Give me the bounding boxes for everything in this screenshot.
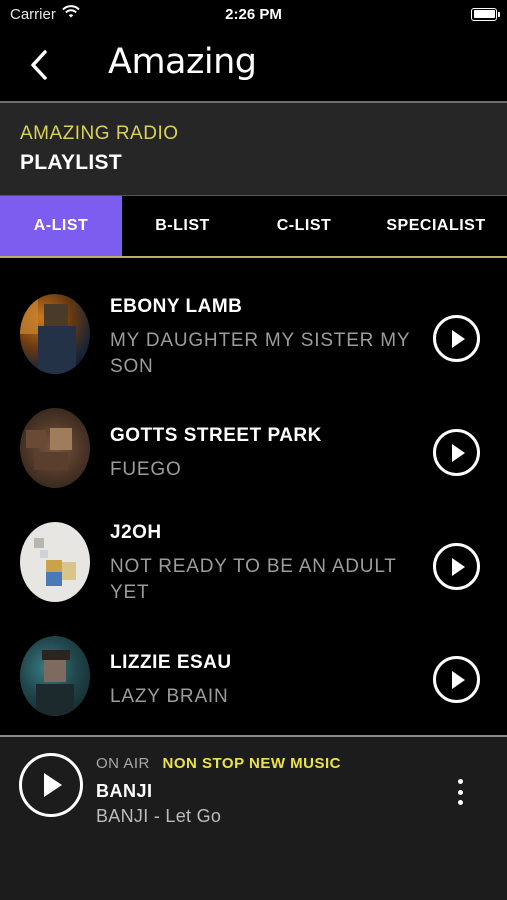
play-button[interactable] bbox=[433, 429, 480, 476]
more-options-button[interactable] bbox=[448, 777, 472, 807]
list-item[interactable]: LIZZIE ESAU LAZY BRAIN bbox=[0, 626, 507, 736]
artist-image bbox=[20, 522, 90, 602]
track-title: NOT READY TO BE AN ADULT YET bbox=[110, 556, 397, 603]
section-subtitle: AMAZING RADIO bbox=[20, 123, 179, 144]
app-logo: Amazing bbox=[108, 42, 257, 82]
tab-b-list[interactable]: B-LIST bbox=[122, 196, 243, 256]
track-info: GOTTS STREET PARK FUEGO bbox=[110, 425, 420, 483]
tab-specialist[interactable]: SPECIALIST bbox=[365, 196, 507, 256]
track-artist: EBONY LAMB bbox=[110, 296, 243, 317]
now-playing-bar: ON AIR NON STOP NEW MUSIC BANJI BANJI - … bbox=[0, 737, 507, 900]
play-button[interactable] bbox=[433, 315, 480, 362]
back-button[interactable] bbox=[22, 46, 56, 84]
play-icon bbox=[451, 557, 465, 576]
carrier-label: Carrier bbox=[10, 5, 56, 23]
track-title: FUEGO bbox=[110, 459, 182, 480]
on-air-label: ON AIR bbox=[96, 755, 150, 772]
play-icon bbox=[451, 670, 465, 689]
section-header: AMAZING RADIO PLAYLIST bbox=[0, 103, 507, 195]
play-icon bbox=[44, 773, 62, 797]
artist-image bbox=[20, 294, 90, 374]
play-button[interactable] bbox=[433, 656, 480, 703]
track-info: EBONY LAMB MY DAUGHTER MY SISTER MY SON bbox=[110, 296, 420, 380]
on-air-row: ON AIR NON STOP NEW MUSIC bbox=[96, 755, 341, 772]
tab-c-list[interactable]: C-LIST bbox=[243, 196, 365, 256]
artist-image bbox=[20, 408, 90, 488]
track-info: J2OH NOT READY TO BE AN ADULT YET bbox=[110, 522, 420, 606]
now-playing-play-button[interactable] bbox=[19, 753, 83, 817]
status-bar: Carrier 2:26 PM bbox=[0, 0, 507, 28]
more-vertical-icon bbox=[457, 779, 463, 784]
list-item[interactable]: EBONY LAMB MY DAUGHTER MY SISTER MY SON bbox=[0, 282, 507, 392]
play-icon bbox=[451, 443, 465, 462]
list-item[interactable]: J2OH NOT READY TO BE AN ADULT YET bbox=[0, 510, 507, 620]
play-icon bbox=[451, 329, 465, 348]
artist-image bbox=[20, 636, 90, 716]
track-info: LIZZIE ESAU LAZY BRAIN bbox=[110, 652, 420, 710]
back-chevron-icon bbox=[31, 50, 47, 80]
track-artist: J2OH bbox=[110, 522, 162, 543]
status-left: Carrier bbox=[10, 5, 80, 23]
track-title: MY DAUGHTER MY SISTER MY SON bbox=[110, 330, 411, 377]
playlist-tabs: A-LIST B-LIST C-LIST SPECIALIST bbox=[0, 196, 507, 258]
play-button[interactable] bbox=[433, 543, 480, 590]
now-playing-track: BANJI - Let Go bbox=[96, 806, 222, 826]
list-item[interactable]: GOTTS STREET PARK FUEGO bbox=[0, 398, 507, 508]
now-playing-artist: BANJI bbox=[96, 781, 153, 801]
track-artist: GOTTS STREET PARK bbox=[110, 425, 322, 446]
section-title: PLAYLIST bbox=[20, 151, 122, 174]
wifi-icon bbox=[62, 5, 80, 23]
nav-bar: Amazing bbox=[0, 28, 507, 102]
show-name: NON STOP NEW MUSIC bbox=[162, 755, 341, 772]
track-title: LAZY BRAIN bbox=[110, 686, 229, 707]
tab-a-list[interactable]: A-LIST bbox=[0, 196, 122, 256]
battery-icon bbox=[471, 7, 500, 21]
track-artist: LIZZIE ESAU bbox=[110, 652, 232, 673]
